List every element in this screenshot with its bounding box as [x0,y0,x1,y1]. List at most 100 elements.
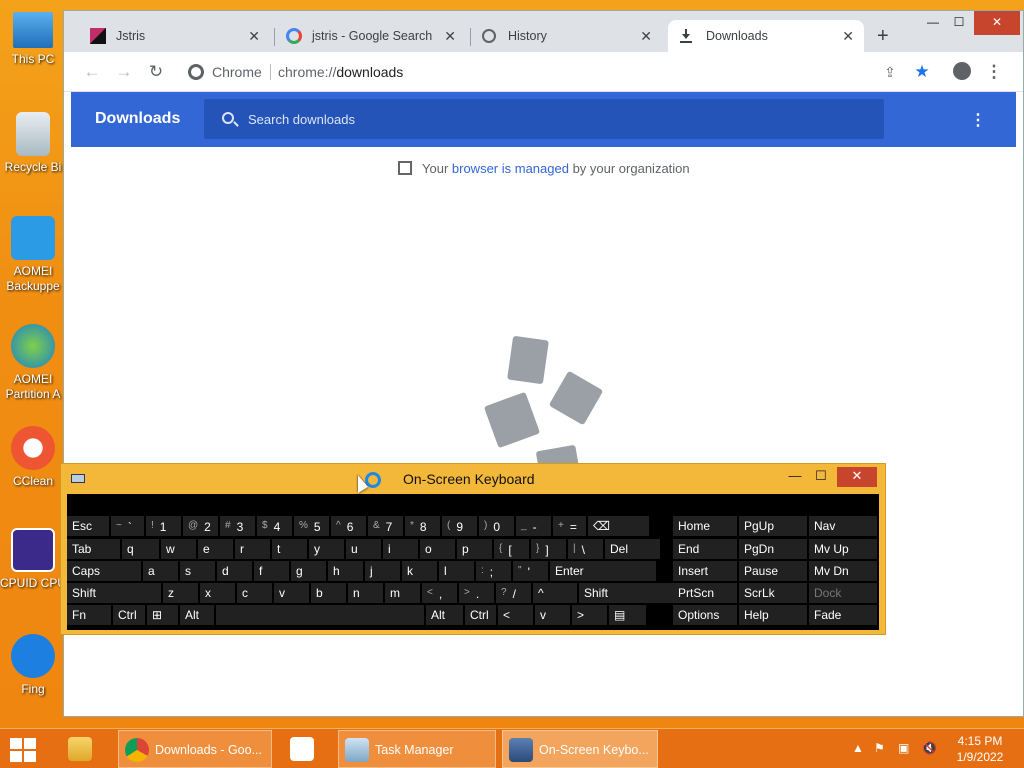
more-options-icon[interactable]: ⋮ [970,110,986,130]
osk-key[interactable]: v [535,605,570,625]
osk-key[interactable]: j [365,561,400,581]
osk-key[interactable]: a [143,561,178,581]
osk-key[interactable]: _ - [516,516,551,536]
osk-key[interactable]: * 8 [405,516,440,536]
taskbar-file-explorer[interactable] [60,730,108,768]
osk-key[interactable]: ⊞ [147,605,178,625]
osk-key[interactable]: + = [553,516,586,536]
action-center-flag-icon[interactable]: ⚑ [874,741,885,755]
osk-key[interactable]: i [383,539,418,559]
osk-key[interactable]: Caps [67,561,141,581]
osk-key[interactable]: n [348,583,383,603]
osk-key[interactable]: Enter [550,561,656,581]
osk-key[interactable]: Del [605,539,660,559]
tab-jstris[interactable]: Jstris ✕ [90,20,270,52]
osk-key[interactable]: g [291,561,326,581]
osk-key[interactable]: #3 [220,516,255,536]
osk-key[interactable]: k [402,561,437,581]
desktop-icon-aomei-backupper[interactable]: AOMEI Backuppe [0,216,66,294]
osk-key[interactable]: <, [422,583,457,603]
osk-key[interactable]: e [198,539,233,559]
close-icon[interactable]: ✕ [444,20,456,52]
osk-key[interactable]: $4 [257,516,292,536]
osk-key[interactable]: Fn [67,605,111,625]
osk-key[interactable]: h [328,561,363,581]
osk-key[interactable]: f [254,561,289,581]
osk-key[interactable]: Tab [67,539,120,559]
osk-key[interactable]: c [237,583,272,603]
osk-side-key[interactable]: Mv Dn [809,561,877,581]
osk-key[interactable]: Alt [426,605,463,625]
osk-key[interactable]: ~ ` [111,516,144,536]
osk-minimize-button[interactable]: — [781,467,809,487]
desktop-icon-aomei-partition[interactable]: AOMEI Partition A [0,324,66,402]
osk-side-key[interactable]: Fade [809,605,877,625]
osk-key[interactable]: Esc [67,516,109,536]
address-bar[interactable]: Chrome chrome://downloads [178,58,948,86]
desktop-icon-ccleaner[interactable]: CClean [0,426,66,489]
close-icon[interactable]: ✕ [640,20,652,52]
osk-key[interactable]: > [572,605,607,625]
osk-key[interactable]: b [311,583,346,603]
osk-close-button[interactable]: ✕ [837,467,877,487]
forward-button[interactable]: → [114,62,134,82]
osk-key[interactable]: ? / [496,583,531,603]
osk-key[interactable]: q [122,539,159,559]
osk-maximize-button[interactable]: ☐ [807,467,835,487]
osk-key[interactable]: ^ 6 [331,516,366,536]
osk-key[interactable]: | \ [568,539,603,559]
osk-key[interactable]: Shift [579,583,683,603]
desktop-icon-recycle-bin[interactable]: Recycle Bi [0,112,66,175]
taskbar-clock[interactable]: 4:15 PM 1/9/2022 [950,733,1010,765]
osk-key[interactable]: Alt [180,605,214,625]
osk-key[interactable]: d [217,561,252,581]
osk-key[interactable]: z [163,583,198,603]
osk-side-key[interactable]: PgDn [739,539,807,559]
volume-muted-icon[interactable]: 🔇 [922,741,937,755]
osk-key[interactable]: }] [531,539,566,559]
osk-key[interactable]: Ctrl [465,605,496,625]
osk-key[interactable]: Ctrl [113,605,145,625]
osk-key[interactable]: :; [476,561,511,581]
osk-key[interactable]: < [498,605,533,625]
search-box[interactable] [204,99,884,139]
tab-history[interactable]: History ✕ [482,20,662,52]
osk-side-key[interactable]: Pause [739,561,807,581]
osk-side-key[interactable]: PrtScn [673,583,737,603]
osk-key[interactable]: Shift [67,583,161,603]
osk-key[interactable]: % 5 [294,516,329,536]
osk-key[interactable]: m [385,583,420,603]
osk-side-key[interactable]: ScrLk [739,583,807,603]
back-button[interactable]: ← [82,62,102,82]
close-icon[interactable]: ✕ [842,20,854,52]
show-hidden-icons-icon[interactable]: ▲ [852,741,864,755]
osk-key[interactable]: {[ [494,539,529,559]
taskbar-task-manager[interactable]: Task Manager [338,730,496,768]
profile-icon[interactable] [952,62,972,82]
taskbar-chrome[interactable]: Downloads - Goo... [118,730,272,768]
reload-button[interactable]: ↻ [146,62,166,82]
network-icon[interactable]: ▣ [898,741,909,755]
osk-key[interactable]: w [161,539,196,559]
maximize-button[interactable]: ☐ [944,11,974,35]
osk-key[interactable]: x [200,583,235,603]
osk-key[interactable]: ⌫ [588,516,649,536]
osk-key[interactable]: r [235,539,270,559]
osk-key[interactable]: u [346,539,381,559]
osk-side-key[interactable]: Nav [809,516,877,536]
osk-side-key[interactable]: Mv Up [809,539,877,559]
share-icon[interactable]: ⇪ [880,62,900,82]
osk-key[interactable]: o [420,539,455,559]
close-icon[interactable]: ✕ [248,20,260,52]
osk-key[interactable] [216,605,424,625]
osk-key[interactable]: l [439,561,474,581]
osk-key[interactable]: ▤ [609,605,646,625]
new-tab-button[interactable]: + [877,25,889,48]
osk-side-key[interactable]: Home [673,516,737,536]
osk-key[interactable]: (9 [442,516,477,536]
managed-link[interactable]: browser is managed [452,161,569,176]
osk-key[interactable]: p [457,539,492,559]
osk-side-key[interactable]: Dock [809,583,877,603]
osk-side-key[interactable]: Options [673,605,737,625]
osk-side-key[interactable]: Insert [673,561,737,581]
